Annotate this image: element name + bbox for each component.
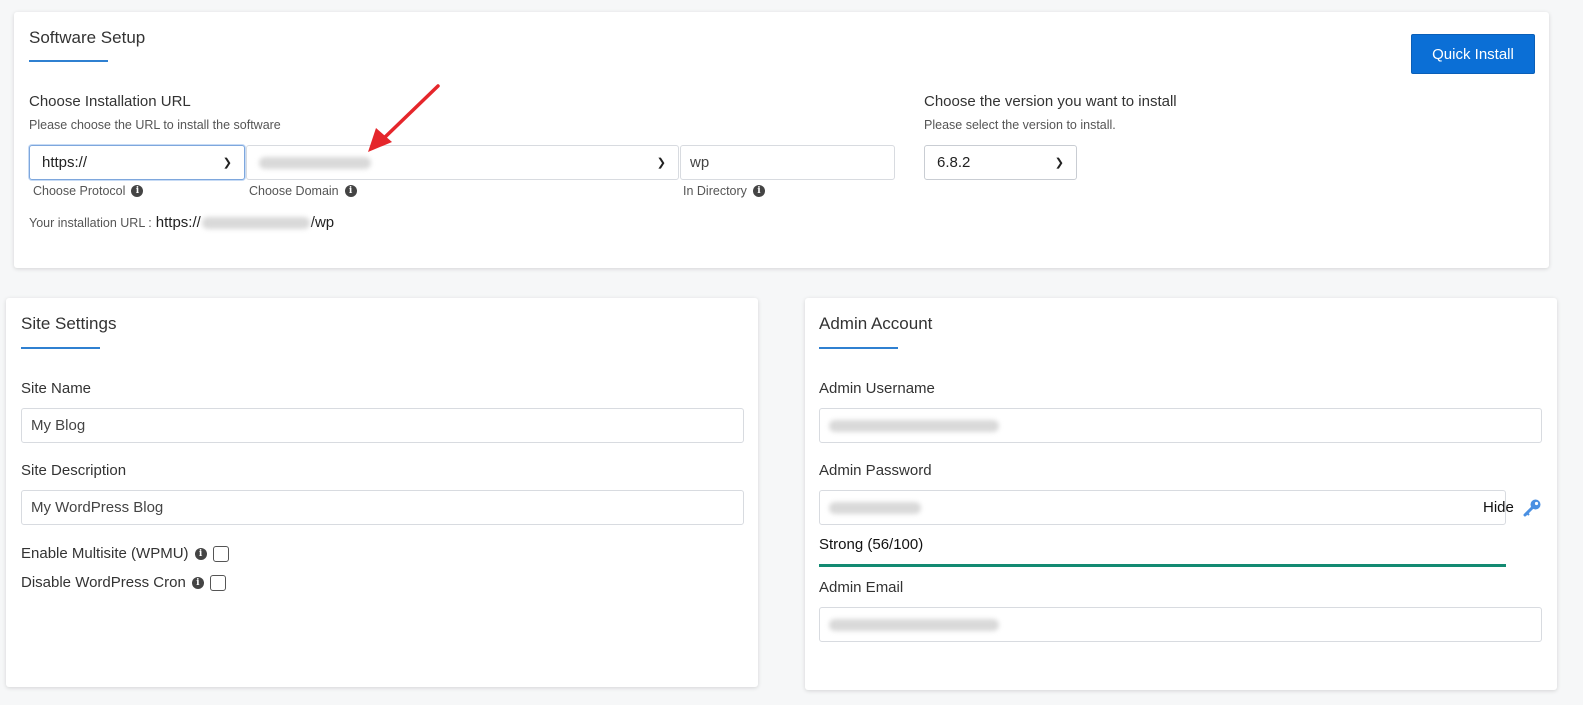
admin-email-redacted	[829, 618, 999, 631]
admin-password-input[interactable]	[819, 490, 1506, 525]
software-setup-title: Software Setup	[29, 28, 146, 47]
installation-url-prefix: Your installation URL :	[29, 215, 152, 230]
password-strength-bar	[819, 564, 1506, 567]
hide-password-toggle[interactable]: Hide	[1483, 499, 1514, 516]
title-underline	[819, 347, 898, 349]
version-label: Choose the version you want to install	[924, 93, 1177, 110]
title-underline	[29, 60, 108, 62]
info-icon: i	[131, 185, 144, 197]
site-description-value: My WordPress Blog	[31, 499, 164, 516]
admin-username-redacted	[829, 419, 999, 432]
site-name-label: Site Name	[21, 380, 92, 397]
site-settings-title: Site Settings	[21, 314, 117, 333]
protocol-hint: Choose Protocol i	[33, 184, 144, 198]
site-settings-card: Site Settings Site Name My Blog Site Des…	[6, 298, 758, 687]
info-icon: i	[344, 185, 357, 197]
directory-input[interactable]: wp	[680, 145, 895, 180]
info-icon: i	[191, 576, 204, 589]
version-select[interactable]: 6.8.2 ❯	[924, 145, 1077, 180]
site-name-value: My Blog	[31, 417, 86, 434]
site-description-label: Site Description	[21, 462, 127, 479]
chevron-down-icon: ❯	[656, 157, 666, 169]
cron-label: Disable WordPress Cron	[21, 574, 186, 591]
domain-hint-text: Choose Domain	[249, 184, 339, 198]
admin-username-label: Admin Username	[819, 380, 935, 397]
installation-url-preview: Your installation URL : https:// /wp	[29, 214, 334, 231]
version-sublabel: Please select the version to install.	[924, 118, 1116, 132]
admin-email-label: Admin Email	[819, 579, 904, 596]
cron-checkbox[interactable]	[209, 574, 226, 591]
domain-value-redacted	[259, 156, 371, 169]
site-name-input[interactable]: My Blog	[21, 408, 744, 443]
software-setup-card: Software Setup Quick Install Choose Inst…	[14, 12, 1549, 268]
quick-install-button[interactable]: Quick Install	[1411, 34, 1535, 74]
multisite-option: Enable Multisite (WPMU) i	[21, 545, 229, 562]
info-icon: i	[194, 547, 207, 560]
admin-account-card: Admin Account Admin Username Admin Passw…	[805, 298, 1557, 690]
protocol-select[interactable]: https:// ❯	[29, 145, 245, 180]
protocol-value: https://	[42, 154, 88, 171]
admin-username-input[interactable]	[819, 408, 1542, 443]
key-icon[interactable]	[1522, 498, 1542, 518]
cron-option: Disable WordPress Cron i	[21, 574, 226, 591]
chevron-down-icon: ❯	[222, 157, 232, 169]
multisite-label: Enable Multisite (WPMU)	[21, 545, 189, 562]
admin-account-title: Admin Account	[819, 314, 933, 333]
installation-url-domain-redacted	[201, 216, 310, 229]
installation-url-suffix: /wp	[310, 214, 335, 231]
directory-value: wp	[690, 154, 710, 171]
installation-url-label: Choose Installation URL	[29, 93, 191, 110]
annotation-arrow-icon	[368, 84, 440, 152]
admin-password-label: Admin Password	[819, 462, 932, 479]
domain-select[interactable]: ❯	[246, 145, 679, 180]
directory-hint: In Directory i	[683, 184, 765, 198]
multisite-checkbox[interactable]	[212, 545, 229, 562]
password-strength-text: Strong (56/100)	[819, 536, 924, 553]
installation-url-scheme: https://	[155, 214, 201, 231]
installation-url-sublabel: Please choose the URL to install the sof…	[29, 118, 281, 132]
title-underline	[21, 347, 100, 349]
info-icon: i	[752, 185, 765, 197]
admin-email-input[interactable]	[819, 607, 1542, 642]
domain-hint: Choose Domain i	[249, 184, 357, 198]
chevron-down-icon: ❯	[1054, 157, 1064, 169]
site-description-input[interactable]: My WordPress Blog	[21, 490, 744, 525]
directory-hint-text: In Directory	[683, 184, 747, 198]
admin-password-redacted	[829, 501, 921, 514]
protocol-hint-text: Choose Protocol	[33, 184, 126, 198]
version-value: 6.8.2	[937, 154, 971, 171]
